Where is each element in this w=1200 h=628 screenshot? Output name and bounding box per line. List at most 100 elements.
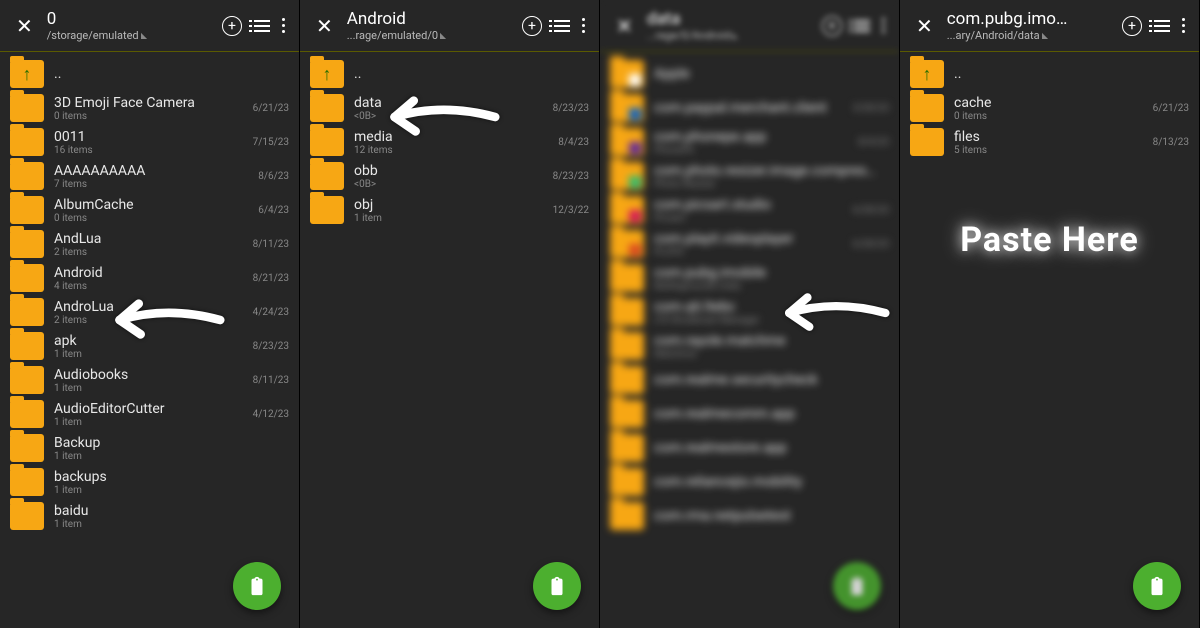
file-list[interactable]: .. data <0B> 8/23/23 media 12 items 8/4/… (300, 52, 599, 296)
file-list[interactable]: Apple com.paypal.merchant.client 3/20/23… (600, 52, 899, 602)
folder-row[interactable]: obb <0B> 8/23/23 (300, 158, 599, 192)
row-text: 0011 16 items (54, 129, 247, 156)
view-list-icon[interactable] (1154, 20, 1170, 32)
add-tab-icon[interactable]: + (222, 16, 242, 36)
folder-row[interactable]: com.realmestore.app (600, 430, 899, 464)
row-text: com.paypal.merchant.client (654, 100, 847, 116)
overflow-menu-icon[interactable] (582, 18, 585, 33)
row-text: com.pubg.imobile Battlegrounds India (654, 265, 883, 292)
folder-row[interactable]: Audiobooks 1 item 8/11/23 (0, 362, 299, 396)
folder-row[interactable]: com.playit.videoplayer PLAYit 6/20/23 (600, 226, 899, 260)
add-tab-icon[interactable]: + (822, 16, 842, 36)
folder-name: backups (54, 469, 283, 485)
folder-row[interactable]: apk 1 item 8/23/23 (0, 328, 299, 362)
folder-row[interactable]: .. (0, 56, 299, 90)
overflow-menu-icon[interactable] (1182, 18, 1185, 33)
folder-name: com.paypal.merchant.client (654, 100, 847, 116)
folder-icon (610, 434, 644, 462)
row-text: AndroLua 2 items (54, 299, 247, 326)
paste-fab[interactable] (833, 562, 881, 610)
row-text: 3D Emoji Face Camera 0 items (54, 95, 247, 122)
folder-row[interactable]: Apple (600, 56, 899, 90)
folder-row[interactable]: backups 1 item (0, 464, 299, 498)
title-block[interactable]: Android ...rage/emulated/0 (343, 9, 522, 42)
folder-meta: 5 items (954, 145, 1147, 156)
folder-row[interactable]: .. (300, 56, 599, 90)
file-list[interactable]: .. cache 0 items 6/21/23 files 5 items 8… (900, 52, 1199, 228)
folder-icon (610, 502, 644, 530)
folder-row[interactable]: com.qti.ltebc LTE Broadcast Manager (600, 294, 899, 328)
row-text: .. (354, 66, 583, 82)
overflow-menu-icon[interactable] (882, 18, 885, 33)
folder-row[interactable]: com.phonepe.app PhonePe 8/4/23 (600, 124, 899, 158)
folder-icon (610, 366, 644, 394)
folder-name: com.rayole.matchme (654, 333, 883, 349)
file-list[interactable]: .. 3D Emoji Face Camera 0 items 6/21/23 … (0, 52, 299, 602)
folder-row[interactable]: AlbumCache 0 items 6/4/23 (0, 192, 299, 226)
folder-meta: 0 items (54, 111, 247, 122)
folder-row[interactable]: com.paypal.merchant.client 3/20/23 (600, 90, 899, 124)
folder-row[interactable]: AndroLua 2 items 4/24/23 (0, 294, 299, 328)
view-list-icon[interactable] (554, 20, 570, 32)
folder-meta: 1 item (54, 349, 247, 360)
folder-row[interactable]: baidu 1 item (0, 498, 299, 532)
folder-row[interactable]: files 5 items 8/13/23 (900, 124, 1199, 158)
folder-name: AndroLua (54, 299, 247, 315)
close-icon[interactable]: ✕ (306, 8, 343, 44)
folder-row[interactable]: 0011 16 items 7/15/23 (0, 124, 299, 158)
close-icon[interactable]: ✕ (906, 8, 943, 44)
tab-title: com.pubg.imo… (947, 9, 1122, 29)
folder-name: com.realmecomm.app (654, 406, 883, 422)
folder-row[interactable]: com.reliancejio.mobility (600, 464, 899, 498)
folder-row[interactable]: AndLua 2 items 8/11/23 (0, 226, 299, 260)
title-block[interactable]: com.pubg.imo… ...ary/Android/data (943, 9, 1122, 42)
folder-date: 6/20/23 (847, 239, 889, 250)
paste-fab[interactable] (533, 562, 581, 610)
close-icon[interactable]: ✕ (6, 8, 43, 44)
folder-row[interactable]: 3D Emoji Face Camera 0 items 6/21/23 (0, 90, 299, 124)
folder-icon (10, 128, 44, 156)
folder-row[interactable]: AudioEditorCutter 1 item 4/12/23 (0, 396, 299, 430)
title-block[interactable]: 0 /storage/emulated (43, 9, 222, 42)
row-text: obb <0B> (354, 163, 547, 190)
close-icon[interactable]: ✕ (606, 8, 643, 44)
add-tab-icon[interactable]: + (1122, 16, 1142, 36)
row-text: files 5 items (954, 129, 1147, 156)
folder-icon (610, 332, 644, 360)
folder-row[interactable]: data <0B> 8/23/23 (300, 90, 599, 124)
folder-row[interactable]: com.pubg.imobile Battlegrounds India (600, 260, 899, 294)
row-text: Apple (654, 66, 883, 82)
overflow-menu-icon[interactable] (282, 18, 285, 33)
folder-row[interactable]: Android 4 items 8/21/23 (0, 260, 299, 294)
row-text: baidu 1 item (54, 503, 283, 530)
toolbar-actions: + (522, 16, 593, 36)
row-text: com.realmestore.app (654, 440, 883, 456)
folder-icon (910, 60, 944, 88)
folder-row[interactable]: AAAAAAAAAA 7 items 8/6/23 (0, 158, 299, 192)
add-tab-icon[interactable]: + (522, 16, 542, 36)
folder-name: com.qti.ltebc (654, 299, 883, 315)
folder-row[interactable]: obj 1 item 12/3/22 (300, 192, 599, 226)
paste-fab[interactable] (1133, 562, 1181, 610)
folder-row[interactable]: com.rayole.matchme Matchme (600, 328, 899, 362)
view-list-icon[interactable] (254, 20, 270, 32)
view-list-icon[interactable] (854, 20, 870, 32)
tab-title: 0 (47, 9, 222, 29)
folder-row[interactable]: media 12 items 8/4/23 (300, 124, 599, 158)
folder-row[interactable]: Backup 1 item (0, 430, 299, 464)
folder-icon (10, 60, 44, 88)
folder-name: media (354, 129, 552, 145)
folder-row[interactable]: com.rma.netpulsetest (600, 498, 899, 532)
folder-name: .. (54, 66, 283, 82)
folder-row[interactable]: com.realmecomm.app (600, 396, 899, 430)
folder-row[interactable]: cache 0 items 6/21/23 (900, 90, 1199, 124)
paste-fab[interactable] (233, 562, 281, 610)
title-block[interactable]: data ...rage/0/Android (643, 9, 822, 42)
folder-name: .. (354, 66, 583, 82)
folder-icon (610, 60, 644, 88)
folder-row[interactable]: com.realme.securitycheck (600, 362, 899, 396)
folder-row[interactable]: com.picsart.studio Picsart 6/20/23 (600, 192, 899, 226)
folder-date: 8/4/23 (552, 137, 589, 148)
folder-row[interactable]: com.photo.resizer.image.compressor Photo… (600, 158, 899, 192)
folder-row[interactable]: .. (900, 56, 1199, 90)
